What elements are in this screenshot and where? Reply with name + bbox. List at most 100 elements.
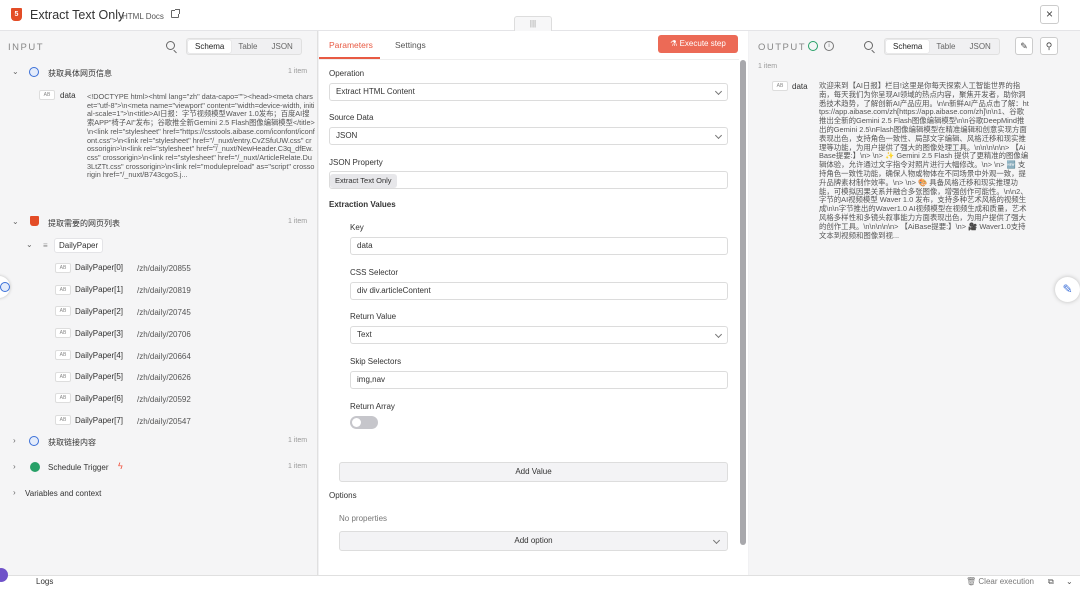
operation-value: Extract HTML Content bbox=[336, 87, 415, 96]
item-count: 1 item bbox=[288, 68, 308, 75]
key-label: Key bbox=[350, 223, 364, 232]
operation-select[interactable]: Extract HTML Content bbox=[329, 83, 728, 101]
close-button[interactable]: × bbox=[1040, 5, 1059, 24]
output-field-name[interactable]: data bbox=[792, 82, 808, 91]
css-selector-label: CSS Selector bbox=[350, 268, 399, 277]
skip-selectors-label: Skip Selectors bbox=[350, 357, 402, 366]
chevron-down-icon bbox=[714, 87, 723, 96]
chevron-right-icon[interactable]: › bbox=[13, 488, 16, 497]
list-item-name[interactable]: DailyPaper[0] bbox=[75, 263, 123, 272]
output-tab-schema[interactable]: Schema bbox=[886, 40, 930, 53]
item-count: 1 item bbox=[288, 463, 308, 470]
return-array-toggle[interactable] bbox=[350, 416, 378, 429]
variables-context[interactable]: Variables and context bbox=[25, 489, 101, 498]
tab-settings[interactable]: Settings bbox=[395, 40, 426, 50]
parameters-scrollbar[interactable] bbox=[740, 60, 746, 545]
skip-selectors-input[interactable]: img,nav bbox=[350, 371, 728, 389]
chevron-down-icon[interactable]: ⌄ bbox=[26, 240, 33, 249]
list-item-name[interactable]: DailyPaper[4] bbox=[75, 351, 123, 360]
source-data-select[interactable]: JSON bbox=[329, 127, 728, 145]
parameters-panel bbox=[319, 31, 748, 575]
output-tab-table[interactable]: Table bbox=[929, 40, 962, 53]
input-node-1-name[interactable]: 获取具体网页信息 bbox=[48, 68, 112, 79]
node-title[interactable]: Extract Text Only bbox=[30, 8, 124, 22]
success-check-icon bbox=[808, 41, 818, 51]
edit-output-button[interactable]: ✎ bbox=[1015, 37, 1033, 55]
list-item-value: /zh/daily/20664 bbox=[137, 352, 191, 361]
array-field-name[interactable]: DailyPaper bbox=[54, 238, 104, 253]
css-selector-input[interactable]: div div.articleContent bbox=[350, 282, 728, 300]
search-icon[interactable] bbox=[166, 41, 175, 50]
chevron-down-icon[interactable]: ⌄ bbox=[12, 67, 19, 76]
chevron-down-icon[interactable]: ⌄ bbox=[1066, 577, 1073, 586]
no-properties-text: No properties bbox=[339, 514, 388, 523]
info-icon[interactable]: i bbox=[824, 41, 834, 51]
tab-divider bbox=[319, 59, 739, 60]
source-data-label: Source Data bbox=[329, 113, 374, 122]
list-item-value: /zh/daily/20547 bbox=[137, 417, 191, 426]
globe-icon bbox=[0, 282, 10, 292]
string-type-icon: AB bbox=[55, 372, 71, 382]
panel-drag-handle[interactable]: ||| bbox=[514, 16, 552, 31]
input-tab-schema[interactable]: Schema bbox=[188, 40, 232, 53]
logs-label[interactable]: Logs bbox=[36, 577, 53, 586]
list-item-name[interactable]: DailyPaper[5] bbox=[75, 372, 123, 381]
output-tab-json[interactable]: JSON bbox=[962, 40, 997, 53]
string-type-icon: AB bbox=[55, 393, 71, 403]
html5-icon bbox=[30, 216, 39, 226]
extraction-values-label: Extraction Values bbox=[329, 200, 396, 209]
pin-data-button[interactable]: ⚲ bbox=[1040, 37, 1058, 55]
string-type-icon: AB bbox=[772, 81, 788, 91]
input-node-2-name[interactable]: 提取需要的网页列表 bbox=[48, 218, 120, 229]
list-item-name[interactable]: DailyPaper[3] bbox=[75, 329, 123, 338]
field-name[interactable]: data bbox=[60, 91, 76, 100]
output-item-count: 1 item bbox=[758, 63, 778, 70]
html5-icon: 5 bbox=[11, 8, 22, 21]
list-item-name[interactable]: DailyPaper[1] bbox=[75, 285, 123, 294]
chevron-right-icon[interactable]: › bbox=[13, 436, 16, 445]
execute-step-button[interactable]: ⚗ Execute step bbox=[658, 35, 738, 53]
input-heading: INPUT bbox=[8, 42, 44, 53]
docs-link[interactable]: HTML Docs bbox=[122, 12, 164, 21]
output-field-value: 欢迎来到【AI日报】栏目!这里是你每天探索人工智能世界的指南，每天我们为你呈现A… bbox=[819, 81, 1029, 240]
globe-icon bbox=[29, 436, 39, 446]
external-link-icon[interactable] bbox=[171, 9, 180, 18]
return-value-label: Return Value bbox=[350, 312, 397, 321]
json-property-value[interactable]: Extract Text Only bbox=[330, 174, 397, 188]
string-type-icon: AB bbox=[55, 415, 71, 425]
return-value-select[interactable]: Text bbox=[350, 326, 728, 344]
list-item-value: /zh/daily/20706 bbox=[137, 330, 191, 339]
item-count: 1 item bbox=[288, 437, 308, 444]
string-type-icon: AB bbox=[55, 328, 71, 338]
list-item-name[interactable]: DailyPaper[6] bbox=[75, 394, 123, 403]
clear-execution-button[interactable]: 🗑 Clear execution bbox=[966, 577, 1034, 586]
input-tab-json[interactable]: JSON bbox=[264, 40, 299, 53]
input-node-4-name[interactable]: Schedule Trigger bbox=[48, 463, 108, 472]
lightning-icon: ϟ bbox=[118, 461, 123, 471]
string-type-icon: AB bbox=[39, 90, 55, 100]
chevron-down-icon bbox=[712, 536, 721, 545]
key-input[interactable]: data bbox=[350, 237, 728, 255]
trash-icon: 🗑 bbox=[966, 577, 979, 586]
search-icon[interactable] bbox=[864, 41, 873, 50]
tab-parameters[interactable]: Parameters bbox=[329, 40, 373, 50]
item-count: 1 item bbox=[288, 218, 308, 225]
list-item-value: /zh/daily/20819 bbox=[137, 286, 191, 295]
pencil-icon[interactable]: ✎ bbox=[1055, 277, 1080, 302]
chevron-right-icon[interactable]: › bbox=[13, 462, 16, 471]
source-data-value: JSON bbox=[336, 131, 358, 140]
add-option-button[interactable]: Add option bbox=[339, 531, 728, 551]
add-value-button[interactable]: Add Value bbox=[339, 462, 728, 482]
clock-icon bbox=[30, 462, 40, 472]
input-node-3-name[interactable]: 获取链接内容 bbox=[48, 437, 96, 448]
list-item-name[interactable]: DailyPaper[2] bbox=[75, 307, 123, 316]
input-tab-table[interactable]: Table bbox=[231, 40, 264, 53]
add-option-label: Add option bbox=[514, 536, 553, 545]
json-property-label: JSON Property bbox=[329, 158, 383, 167]
expand-icon[interactable]: ⧉ bbox=[1048, 577, 1054, 587]
list-item-name[interactable]: DailyPaper[7] bbox=[75, 416, 123, 425]
field-value: <!DOCTYPE html><html lang="zh" data-capo… bbox=[87, 92, 315, 180]
chevron-down-icon[interactable]: ⌄ bbox=[12, 217, 19, 226]
execute-step-label: Execute step bbox=[679, 39, 726, 48]
list-item-value: /zh/daily/20855 bbox=[137, 264, 191, 273]
